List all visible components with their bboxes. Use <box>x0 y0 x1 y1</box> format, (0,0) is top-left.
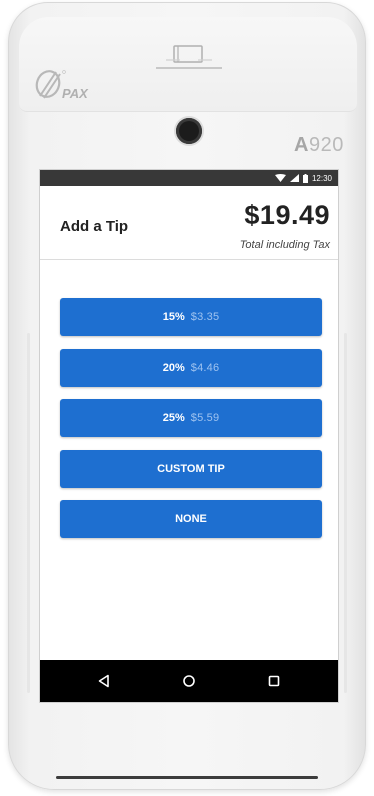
total-amount: $19.49 <box>244 200 330 230</box>
tip-percent-label: 20% <box>162 362 185 374</box>
card-slot-icon <box>152 42 226 72</box>
recents-icon[interactable] <box>260 667 288 695</box>
tip-amount-label: $5.59 <box>190 412 220 424</box>
custom-tip-button[interactable]: CUSTOM TIP <box>60 450 322 488</box>
device-bottom-rim <box>56 776 318 779</box>
no-tip-button[interactable]: NONE <box>60 500 322 538</box>
camera-lens <box>176 118 202 144</box>
device-side-rail <box>27 333 30 693</box>
status-bar: 12:30 <box>40 170 338 186</box>
home-icon[interactable] <box>175 667 203 695</box>
battery-icon <box>302 173 308 183</box>
wifi-icon <box>274 174 286 182</box>
signal-icon <box>289 174 299 182</box>
tip-amount-label: $3.35 <box>190 311 220 323</box>
back-icon[interactable] <box>90 667 118 695</box>
no-tip-label: NONE <box>175 513 207 525</box>
terminal-screen: 12:30 Add a Tip $19.49 Total including T… <box>40 170 338 702</box>
tip-header: Add a Tip $19.49 Total including Tax <box>40 186 338 260</box>
svg-text:PAX: PAX <box>62 86 89 101</box>
pax-logo: PAX <box>34 68 114 102</box>
page-title: Add a Tip <box>60 218 129 235</box>
total-subtitle: Total including Tax <box>239 239 330 251</box>
model-prefix: A <box>294 134 309 156</box>
model-label: A920 <box>294 134 344 157</box>
device-side-rail <box>344 333 347 693</box>
status-time: 12:30 <box>311 173 332 183</box>
tip-option-25-button[interactable]: 25% $5.59 <box>60 399 322 437</box>
tip-option-20-button[interactable]: 20% $4.46 <box>60 349 322 387</box>
tip-amount-label: $4.46 <box>190 362 220 374</box>
tip-percent-label: 15% <box>162 311 185 323</box>
tip-option-15-button[interactable]: 15% $3.35 <box>60 298 322 336</box>
custom-tip-label: CUSTOM TIP <box>157 463 225 475</box>
tip-percent-label: 25% <box>162 412 185 424</box>
model-number: 920 <box>308 134 344 156</box>
android-nav-bar <box>40 660 338 702</box>
